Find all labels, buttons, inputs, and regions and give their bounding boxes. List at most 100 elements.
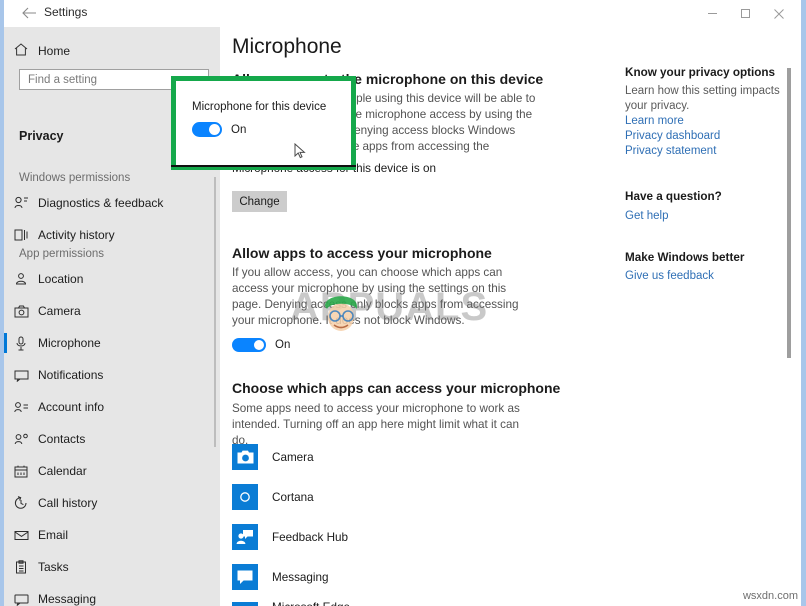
link-privacy-dashboard[interactable]: Privacy dashboard	[625, 130, 720, 142]
edge-app-icon: e	[232, 602, 258, 606]
sidebar-item-activity-history[interactable]: Activity history	[4, 219, 220, 251]
app-name: Feedback Hub	[272, 531, 349, 544]
sidebar-label: Contacts	[38, 432, 86, 446]
sidebar-item-home[interactable]: Home	[4, 37, 220, 65]
sidebar-home-label: Home	[38, 44, 71, 58]
sidebar-item-camera[interactable]: Camera	[4, 295, 220, 327]
popup-bottom-shadow	[171, 165, 356, 167]
help-privacy-heading: Know your privacy options	[625, 66, 776, 79]
sidebar-label: Messaging	[38, 592, 97, 606]
toggle-state-label: On	[231, 123, 247, 136]
history-icon	[4, 228, 38, 242]
camera-icon	[4, 305, 38, 318]
popup-inner: Microphone for this device On	[176, 81, 351, 165]
app-text: Messaging	[272, 568, 329, 586]
contacts-icon	[4, 433, 38, 446]
link-learn-more[interactable]: Learn more	[625, 115, 684, 127]
link-get-help[interactable]: Get help	[625, 210, 668, 222]
sidebar-label: Notifications	[38, 368, 104, 382]
sidebar-list-windows-permissions: Diagnostics & feedback Activity history	[4, 187, 220, 251]
app-name: Cortana	[272, 491, 314, 504]
apps-access-description: If you allow access, you can choose whic…	[232, 266, 519, 327]
help-question-heading: Have a question?	[625, 190, 722, 203]
feedback-icon	[4, 196, 38, 210]
page-title: Microphone	[232, 35, 342, 58]
notification-icon	[4, 369, 38, 382]
mouse-cursor-icon	[294, 143, 306, 159]
window-border-right	[801, 0, 806, 606]
sidebar-item-tasks[interactable]: Tasks	[4, 551, 220, 583]
sidebar-group-windows-permissions: Windows permissions	[19, 172, 131, 184]
sidebar-label: Call history	[38, 496, 98, 510]
title-bar: Settings	[4, 0, 801, 27]
sidebar-item-calendar[interactable]: Calendar	[4, 455, 220, 487]
app-text: Feedback Hub	[272, 528, 348, 546]
toggle-state-label: On	[275, 339, 291, 351]
toggle-switch[interactable]	[232, 338, 266, 352]
feedback-hub-app-icon	[232, 524, 258, 550]
content-scrollbar[interactable]	[787, 68, 791, 358]
apps-access-toggle[interactable]: On	[232, 338, 290, 352]
sidebar-list-app-permissions: Location Camera Microphone Notifications…	[4, 263, 220, 606]
sidebar-item-diagnostics-feedback[interactable]: Diagnostics & feedback	[4, 187, 220, 219]
messaging-app-icon	[232, 564, 258, 590]
toggle-switch[interactable]	[192, 122, 222, 137]
messaging-icon	[4, 593, 38, 606]
close-button[interactable]	[762, 2, 795, 26]
microphone-icon	[4, 336, 38, 351]
app-name: Camera	[272, 451, 314, 464]
app-text: Cortana	[272, 488, 314, 506]
sidebar-item-email[interactable]: Email	[4, 519, 220, 551]
camera-app-icon	[232, 444, 258, 470]
help-privacy-description: Learn how this setting impacts your priv…	[625, 85, 780, 112]
sidebar-group-app-permissions: App permissions	[19, 248, 105, 260]
sidebar-label: Calendar	[38, 464, 87, 478]
sidebar-section-title: Privacy	[19, 129, 64, 143]
sidebar-item-microphone[interactable]: Microphone	[4, 327, 220, 359]
calendar-icon	[4, 465, 38, 478]
app-name: Messaging	[272, 571, 329, 584]
app-text: Camera	[272, 448, 314, 466]
apps-access-heading: Allow apps to access your microphone	[232, 245, 492, 261]
window-controls	[696, 0, 795, 27]
app-name: Microsoft Edge	[272, 601, 399, 606]
sidebar-item-location[interactable]: Location	[4, 263, 220, 295]
settings-window: Settings Home Find a setting Privacy Win…	[0, 0, 806, 606]
change-button[interactable]: Change	[232, 191, 287, 212]
maximize-button[interactable]	[729, 2, 762, 26]
account-icon	[4, 401, 38, 414]
sidebar-item-contacts[interactable]: Contacts	[4, 423, 220, 455]
email-icon	[4, 530, 38, 541]
microphone-device-highlight-box: Microphone for this device On	[171, 76, 356, 170]
minimize-button[interactable]	[696, 2, 729, 26]
link-privacy-statement[interactable]: Privacy statement	[625, 145, 716, 157]
sidebar-item-messaging[interactable]: Messaging	[4, 583, 220, 606]
sidebar-item-call-history[interactable]: Call history	[4, 487, 220, 519]
sidebar-item-notifications[interactable]: Notifications	[4, 359, 220, 391]
window-title: Settings	[44, 5, 88, 19]
microphone-device-toggle[interactable]: On	[192, 122, 246, 137]
help-better-heading: Make Windows better	[625, 251, 745, 264]
tasks-icon	[4, 560, 38, 574]
sidebar-label: Tasks	[38, 560, 69, 574]
sidebar-label: Camera	[38, 304, 81, 318]
sidebar-label: Location	[38, 272, 84, 286]
popup-label: Microphone for this device	[192, 101, 327, 113]
sidebar-label: Activity history	[38, 228, 115, 242]
sidebar-label: Account info	[38, 400, 105, 414]
sidebar-item-account-info[interactable]: Account info	[4, 391, 220, 423]
app-text: Microsoft Edge Sites still need permissi…	[272, 601, 399, 606]
back-arrow-icon[interactable]	[18, 3, 40, 23]
cortana-app-icon	[232, 484, 258, 510]
call-history-icon	[4, 496, 38, 510]
choose-apps-heading: Choose which apps can access your microp…	[232, 380, 561, 396]
home-icon	[4, 43, 38, 59]
help-pane: Know your privacy options Learn how this…	[610, 27, 801, 606]
sidebar-label: Email	[38, 528, 69, 542]
location-icon	[4, 272, 38, 286]
sidebar-label: Diagnostics & feedback	[38, 196, 164, 210]
link-give-us-feedback[interactable]: Give us feedback	[625, 270, 714, 282]
sidebar-label: Microphone	[38, 336, 101, 350]
search-placeholder: Find a setting	[28, 73, 98, 86]
sidebar-scrollbar[interactable]	[214, 177, 216, 447]
